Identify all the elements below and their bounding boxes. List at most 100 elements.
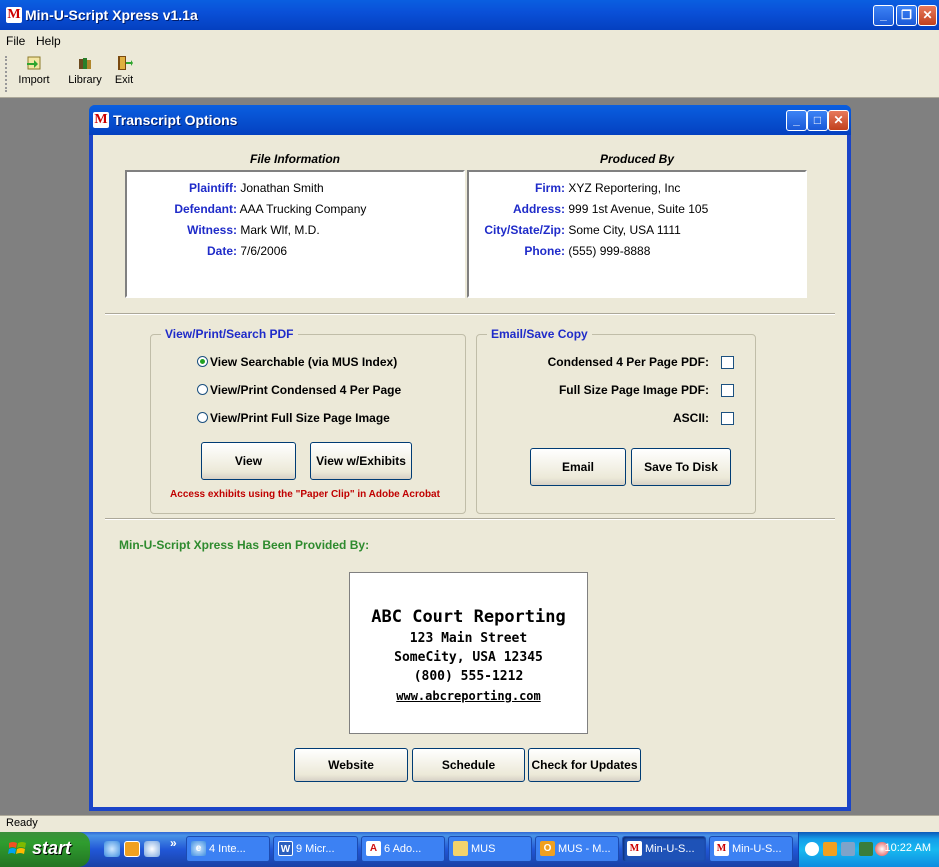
taskbar-item-outlook[interactable]: O MUS - M... — [535, 836, 619, 862]
dialog-body: File Information Plaintiff: Jonathan Smi… — [93, 135, 847, 807]
import-button[interactable]: Import — [10, 54, 58, 86]
outlook-icon: O — [540, 841, 555, 856]
radio-icon[interactable] — [197, 384, 208, 395]
produced-by-box: Firm: XYZ Reportering, Inc Address: 999 … — [467, 170, 807, 298]
file-info-box: Plaintiff: Jonathan Smith Defendant: AAA… — [125, 170, 465, 298]
taskbar-item-folder[interactable]: MUS — [448, 836, 532, 862]
phone-row: Phone: (555) 999-8888 — [524, 244, 651, 258]
dialog-title: Transcript Options — [113, 112, 238, 128]
city-state-zip-row: City/State/Zip: Some City, USA 1111 — [484, 223, 681, 237]
clock[interactable]: 10:22 AM — [885, 842, 931, 854]
view-print-legend: View/Print/Search PDF — [161, 327, 298, 341]
menu-file[interactable]: File — [6, 34, 25, 48]
logo-street: 123 Main Street — [409, 631, 528, 646]
ascii-checkbox[interactable] — [721, 412, 734, 425]
reporter-logo-box: ABC Court Reporting 123 Main Street Some… — [349, 572, 588, 734]
taskbar-item-ie[interactable]: e 4 Inte... — [186, 836, 270, 862]
email-save-legend: Email/Save Copy — [487, 327, 592, 341]
status-bar: Ready — [0, 815, 939, 832]
exit-door-icon — [115, 54, 133, 72]
toolbar-grip[interactable] — [5, 56, 8, 92]
exit-button[interactable]: Exit — [110, 54, 138, 86]
folder-icon — [453, 841, 468, 856]
mus-icon: M — [627, 841, 642, 856]
ie-quicklaunch-icon[interactable] — [104, 841, 120, 857]
import-label: Import — [18, 74, 50, 86]
transcript-options-dialog: M Transcript Options _ □ ✕ File Informat… — [89, 105, 851, 811]
witness-row: Witness: Mark Wlf, M.D. — [187, 223, 320, 237]
schedule-button[interactable]: Schedule — [412, 748, 525, 782]
tray-app-icon[interactable] — [859, 842, 873, 856]
plaintiff-row: Plaintiff: Jonathan Smith — [189, 181, 324, 195]
taskbar: start » e 4 Inte... W 9 Micr... A 6 Ado.… — [0, 832, 939, 867]
firm-row: Firm: XYZ Reportering, Inc — [535, 181, 681, 195]
radio-view-searchable[interactable]: View Searchable (via MUS Index) — [197, 355, 397, 369]
dialog-close-button[interactable]: ✕ — [828, 110, 849, 131]
toolbar: Import Library Exit — [0, 52, 939, 98]
view-button[interactable]: View — [201, 442, 296, 480]
exhibits-note: Access exhibits using the "Paper Clip" i… — [170, 489, 440, 500]
address-row: Address: 999 1st Avenue, Suite 105 — [512, 202, 709, 216]
logo-phone: (800) 555-1212 — [413, 669, 524, 684]
logo-website-link[interactable]: www.abcreporting.com — [350, 689, 587, 703]
start-button[interactable]: start — [0, 832, 90, 867]
quicklaunch-chevron[interactable]: » — [170, 836, 177, 850]
radio-selected-icon[interactable] — [197, 356, 208, 367]
tray-network-icon[interactable] — [841, 842, 855, 856]
taskbar-item-mus-active[interactable]: M Min-U-S... — [622, 836, 706, 862]
file-info-heading: File Information — [250, 152, 340, 166]
app-logo-icon: M — [6, 7, 22, 23]
library-label: Library — [68, 74, 102, 86]
taskbar-item-word[interactable]: W 9 Micr... — [273, 836, 358, 862]
ascii-label: ASCII: — [673, 411, 709, 425]
restore-button[interactable]: ❐ — [896, 5, 917, 26]
library-button[interactable]: Library — [64, 54, 106, 86]
browser-quicklaunch-icon[interactable] — [144, 841, 160, 857]
radio-view-condensed[interactable]: View/Print Condensed 4 Per Page — [197, 383, 401, 397]
dialog-title-bar[interactable]: M Transcript Options _ □ ✕ — [89, 105, 851, 135]
divider-bottom — [105, 518, 835, 520]
website-button[interactable]: Website — [294, 748, 408, 782]
full-size-pdf-checkbox[interactable] — [721, 384, 734, 397]
dialog-minimize-button[interactable]: _ — [786, 110, 807, 131]
condensed-pdf-label: Condensed 4 Per Page PDF: — [547, 355, 709, 369]
minimize-button[interactable]: _ — [873, 5, 894, 26]
condensed-pdf-checkbox[interactable] — [721, 356, 734, 369]
ie-icon: e — [191, 841, 206, 856]
start-label: start — [32, 838, 72, 858]
acrobat-icon: A — [366, 841, 381, 856]
outlook-quicklaunch-icon[interactable] — [124, 841, 140, 857]
divider-top — [105, 313, 835, 315]
logo-company-name: ABC Court Reporting — [371, 607, 566, 627]
dialog-maximize-button[interactable]: □ — [807, 110, 828, 131]
taskbar-item-mus[interactable]: M Min-U-S... — [709, 836, 793, 862]
tray-outlook-icon[interactable] — [823, 842, 837, 856]
email-save-group: Email/Save Copy Condensed 4 Per Page PDF… — [476, 327, 756, 514]
system-tray: 10:22 AM — [798, 832, 939, 867]
menu-help[interactable]: Help — [36, 34, 61, 48]
close-button[interactable]: ✕ — [918, 5, 937, 26]
library-icon — [76, 54, 94, 72]
radio-view-full-size[interactable]: View/Print Full Size Page Image — [197, 411, 390, 425]
status-text: Ready — [6, 817, 38, 829]
import-icon — [25, 54, 43, 72]
provided-by-text: Min-U-Script Xpress Has Been Provided By… — [119, 538, 370, 552]
exit-label: Exit — [114, 74, 134, 86]
save-to-disk-button[interactable]: Save To Disk — [631, 448, 731, 486]
word-icon: W — [278, 841, 293, 856]
view-print-group: View/Print/Search PDF View Searchable (v… — [150, 327, 466, 514]
email-button[interactable]: Email — [530, 448, 626, 486]
menu-bar: File Help — [0, 30, 939, 52]
date-row: Date: 7/6/2006 — [206, 244, 288, 258]
defendant-row: Defendant: AAA Trucking Company — [174, 202, 367, 216]
taskbar-item-acrobat[interactable]: A 6 Ado... — [361, 836, 445, 862]
tray-expand-icon[interactable] — [805, 842, 819, 856]
check-updates-button[interactable]: Check for Updates — [528, 748, 641, 782]
view-exhibits-button[interactable]: View w/Exhibits — [310, 442, 412, 480]
radio-icon[interactable] — [197, 412, 208, 423]
window-title: Min-U-Script Xpress v1.1a — [25, 7, 198, 23]
full-size-pdf-label: Full Size Page Image PDF: — [558, 383, 709, 397]
produced-by-heading: Produced By — [599, 152, 674, 166]
main-title-bar[interactable]: M Min-U-Script Xpress v1.1a _ ❐ ✕ — [0, 0, 939, 30]
windows-flag-icon — [8, 840, 28, 858]
